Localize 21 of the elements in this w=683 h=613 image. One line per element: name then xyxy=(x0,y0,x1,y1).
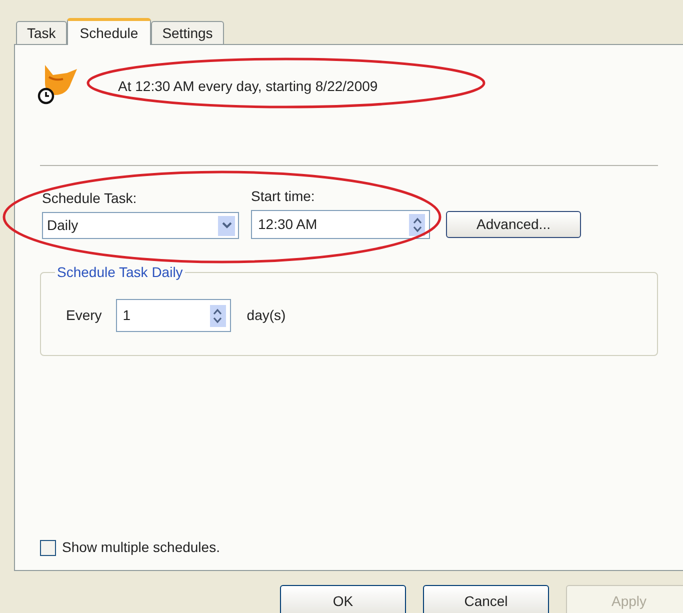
time-field[interactable]: 12:30 AM xyxy=(251,210,430,239)
days-spin-field[interactable]: 1 xyxy=(116,299,231,332)
checkbox[interactable] xyxy=(40,540,56,556)
checkbox-label: Show multiple schedules. xyxy=(62,538,220,557)
dialog-button[interactable]: OK xyxy=(280,585,406,613)
tab[interactable]: Schedule xyxy=(66,18,152,45)
spin-arrows-icon xyxy=(213,308,222,324)
dialog-button[interactable]: Cancel xyxy=(423,585,549,613)
spin-buttons[interactable] xyxy=(210,304,226,326)
field-label: Schedule Task: xyxy=(42,189,138,208)
dropdown-caret-icon xyxy=(222,222,232,229)
tab[interactable]: Settings xyxy=(151,21,224,44)
schedule-dropdown[interactable]: Daily xyxy=(42,212,239,239)
schedule-summary: At 12:30 AM every day, starting 8/22/2009 xyxy=(118,76,378,96)
advanced-button[interactable]: Advanced... xyxy=(446,211,581,238)
tab[interactable]: Task xyxy=(16,21,67,44)
spin-arrows-icon xyxy=(412,216,422,232)
spin-buttons[interactable] xyxy=(409,214,425,236)
field-label: Start time: xyxy=(251,187,316,206)
unit-label: day(s) xyxy=(246,306,286,325)
every-label: Every xyxy=(66,306,102,325)
